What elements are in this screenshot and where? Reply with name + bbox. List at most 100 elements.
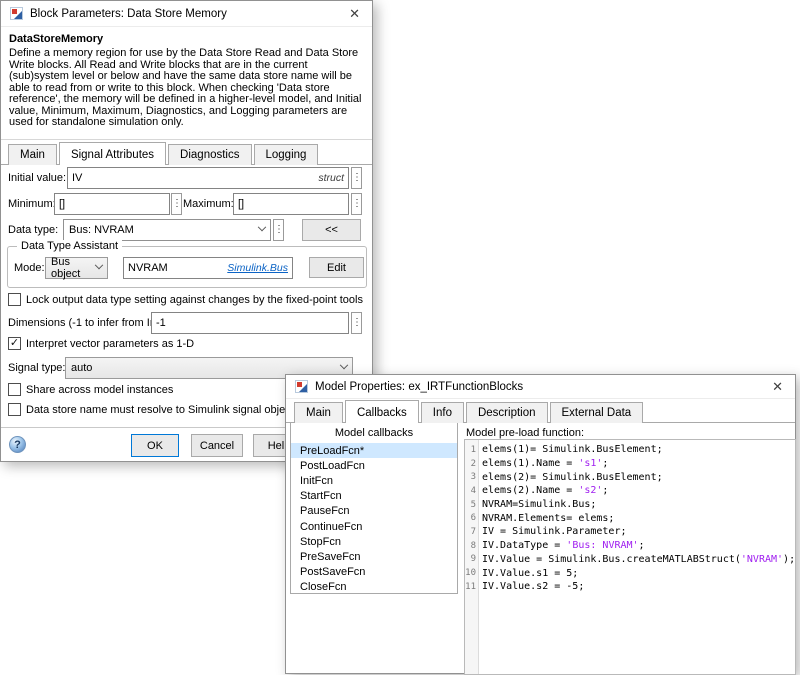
- line-number: 11: [465, 581, 476, 592]
- callback-item-continuefcn[interactable]: ContinueFcn: [291, 519, 457, 534]
- code-line-2: 2 elems(1).Name = 's1';: [465, 457, 795, 471]
- simulink-icon: [295, 380, 308, 393]
- initial-value-input[interactable]: IV struct: [67, 167, 349, 189]
- check-icon: ✓: [9, 337, 20, 349]
- mode-label: Mode:: [14, 262, 45, 274]
- data-type-combobox[interactable]: Bus: NVRAM: [63, 219, 271, 241]
- callbacks-panel: Model callbacks PreLoadFcn* PostLoadFcn In…: [290, 422, 458, 594]
- callback-item-postloadfcn[interactable]: PostLoadFcn: [291, 458, 457, 473]
- model-properties-titlebar[interactable]: Model Properties: ex_IRTFunctionBlocks ✕: [286, 375, 795, 399]
- tab-diagnostics[interactable]: Diagnostics: [168, 144, 252, 165]
- close-icon[interactable]: ✕: [346, 5, 363, 22]
- close-icon[interactable]: ✕: [769, 378, 786, 395]
- code-text: IV.Value = Simulink.Bus.createMATLABStru…: [482, 553, 796, 565]
- minimum-options-button[interactable]: ⋮: [171, 193, 182, 215]
- line-number: 5: [470, 499, 476, 510]
- callback-item-closefcn[interactable]: CloseFcn: [291, 580, 457, 593]
- block-parameters-tabs: Main Signal Attributes Diagnostics Logging: [8, 142, 320, 165]
- code-line-9: 9 IV.Value = Simulink.Bus.createMATLABStr…: [465, 553, 795, 567]
- code-line-4: 4 elems(2).Name = 's2';: [465, 484, 795, 498]
- line-number: 7: [470, 526, 476, 537]
- tab-signal-attributes[interactable]: Signal Attributes: [58, 142, 167, 165]
- edit-button[interactable]: Edit: [309, 257, 364, 278]
- code-line-11: 11 IV.Value.s2 = -5;: [465, 580, 795, 594]
- collapse-assistant-button[interactable]: <<: [302, 219, 361, 241]
- simulink-bus-link[interactable]: Simulink.Bus: [227, 262, 288, 274]
- interpret-vector-label: Interpret vector parameters as 1-D: [26, 338, 195, 350]
- code-text: elems(1)= Simulink.BusElement;: [482, 444, 663, 456]
- help-icon[interactable]: ?: [9, 436, 26, 453]
- callback-item-initfcn[interactable]: InitFcn: [291, 473, 457, 488]
- resolve-signal-checkbox[interactable]: [8, 403, 21, 416]
- data-type-label: Data type:: [8, 224, 59, 236]
- maximum-input[interactable]: []: [233, 193, 349, 215]
- dialog-title: Model Properties: ex_IRTFunctionBlocks: [315, 380, 524, 393]
- lock-output-checkbox[interactable]: [8, 293, 21, 306]
- code-editor[interactable]: 1 elems(1)= Simulink.BusElement; 2 elems(1)…: [464, 439, 796, 675]
- data-type-assistant-title: Data Type Assistant: [17, 240, 123, 252]
- share-instances-label: Share across model instances: [26, 384, 174, 396]
- tab-logging[interactable]: Logging: [253, 144, 319, 165]
- callback-item-startfcn[interactable]: StartFcn: [291, 489, 457, 504]
- line-number: 4: [470, 485, 476, 496]
- code-line-5: 5 NVRAM=Simulink.Bus;: [465, 498, 795, 512]
- chevron-down-icon: [94, 260, 104, 270]
- minimum-label: Minimum:: [8, 198, 56, 210]
- model-properties-dialog: Model Properties: ex_IRTFunctionBlocks ✕…: [285, 374, 796, 675]
- share-instances-checkbox[interactable]: [8, 383, 21, 396]
- minimum-input[interactable]: []: [54, 193, 170, 215]
- line-number: 6: [470, 513, 476, 524]
- line-number: 3: [470, 472, 476, 483]
- block-parameters-titlebar[interactable]: Block Parameters: Data Store Memory ✕: [1, 1, 372, 27]
- initial-value-label: Initial value:: [8, 172, 67, 184]
- line-number: 10: [465, 568, 476, 579]
- code-text: NVRAM.Elements= elems;: [482, 512, 615, 524]
- code-text: IV = Simulink.Parameter;: [482, 526, 627, 538]
- code-line-3: 3 elems(2)= Simulink.BusElement;: [465, 470, 795, 484]
- block-description: Define a memory region for use by the Da…: [9, 47, 362, 128]
- callback-item-presavefcn[interactable]: PreSaveFcn: [291, 549, 457, 564]
- tab-callbacks[interactable]: Callbacks: [344, 400, 419, 423]
- line-number: 8: [470, 540, 476, 551]
- tab-main[interactable]: Main: [294, 402, 343, 423]
- section-title: DataStoreMemory: [9, 33, 104, 45]
- code-text: elems(2).Name = 's2';: [482, 485, 609, 497]
- callback-item-stopfcn[interactable]: StopFcn: [291, 534, 457, 549]
- tab-description[interactable]: Description: [465, 402, 548, 423]
- callback-item-pausefcn[interactable]: PauseFcn: [291, 504, 457, 519]
- ok-button[interactable]: OK: [131, 434, 179, 457]
- struct-badge: struct: [318, 172, 344, 184]
- code-line-6: 6 NVRAM.Elements= elems;: [465, 511, 795, 525]
- data-type-options-button[interactable]: ⋮: [273, 219, 284, 241]
- mode-combobox[interactable]: Bus object: [45, 256, 108, 280]
- callback-item-preloadfcn[interactable]: PreLoadFcn*: [291, 443, 457, 459]
- code-text: elems(1).Name = 's1';: [482, 458, 609, 470]
- callbacks-list: PreLoadFcn* PostLoadFcn InitFcn StartFcn Pau…: [291, 443, 457, 593]
- callbacks-header: Model callbacks: [334, 427, 414, 439]
- model-properties-tabs: Main Callbacks Info Description External Dat…: [294, 400, 645, 423]
- description-separator: [1, 139, 372, 140]
- line-number: 2: [470, 458, 476, 469]
- chevron-down-icon: [257, 222, 267, 232]
- code-line-10: 10 IV.Value.s1 = 5;: [465, 566, 795, 580]
- code-lines: 1 elems(1)= Simulink.BusElement; 2 elems(1)…: [465, 443, 795, 594]
- cancel-button[interactable]: Cancel: [191, 434, 243, 457]
- tab-info[interactable]: Info: [420, 402, 464, 423]
- lock-output-label: Lock output data type setting against ch…: [26, 294, 363, 306]
- dimensions-options-button[interactable]: ⋮: [351, 312, 362, 334]
- maximum-options-button[interactable]: ⋮: [351, 193, 362, 215]
- tab-main[interactable]: Main: [8, 144, 57, 165]
- dialog-title: Block Parameters: Data Store Memory: [30, 7, 227, 20]
- code-text: IV.DataType = 'Bus: NVRAM';: [482, 540, 645, 552]
- bus-object-name-input[interactable]: NVRAM Simulink.Bus: [123, 257, 293, 279]
- code-line-1: 1 elems(1)= Simulink.BusElement;: [465, 443, 795, 457]
- chevron-down-icon: [339, 360, 349, 370]
- initial-value-options-button[interactable]: ⋮: [351, 167, 362, 189]
- code-label: Model pre-load function:: [466, 427, 585, 439]
- tab-external-data[interactable]: External Data: [549, 402, 644, 423]
- line-number: 9: [470, 554, 476, 565]
- code-line-7: 7 IV = Simulink.Parameter;: [465, 525, 795, 539]
- interpret-vector-checkbox[interactable]: ✓: [8, 337, 21, 350]
- callback-item-postsavefcn[interactable]: PostSaveFcn: [291, 565, 457, 580]
- dimensions-input[interactable]: -1: [151, 312, 349, 334]
